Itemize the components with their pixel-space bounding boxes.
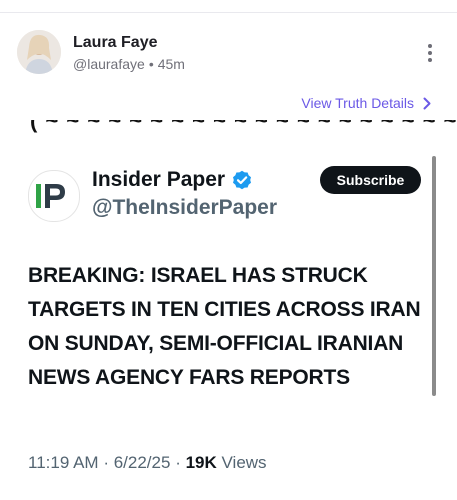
truth-post-screen: Laura Faye @laurafaye • 45m View Truth Det… (0, 0, 457, 500)
post-header: Laura Faye @laurafaye • 45m (17, 30, 440, 76)
views-label: Views (221, 453, 267, 472)
tweet-meta: 11:19 AM · 6/22/25 · 19K Views (28, 453, 267, 473)
channel-handle[interactable]: @TheInsiderPaper (92, 196, 277, 220)
views-count: 19K (185, 453, 217, 472)
author-meta: @laurafaye • 45m (73, 56, 185, 72)
meta-dot: · (175, 453, 181, 472)
meta-separator: • (148, 56, 154, 72)
meta-dot: · (103, 453, 109, 472)
verified-badge-icon (233, 170, 252, 190)
more-options-button[interactable] (420, 40, 440, 66)
cropped-text-line: ( ~ ~ ~ ~ ~ ~ ~ ~ ~ ~ ~ ~ ~ ~ ~ ~ ~ ~ ~ … (30, 120, 457, 133)
channel-name-row: Insider Paper (92, 168, 252, 192)
chevron-right-icon (423, 97, 431, 109)
scrollbar[interactable] (432, 156, 436, 396)
vertical-ellipsis-icon-dot (428, 51, 432, 55)
avatar[interactable] (17, 30, 61, 74)
tweet-headline: BREAKING: ISRAEL HAS STRUCK TARGETS IN T… (28, 264, 421, 389)
tweet-time: 11:19 AM (28, 453, 99, 472)
post-age: 45m (157, 56, 185, 72)
author-name[interactable]: Laura Faye (73, 34, 157, 52)
vertical-ellipsis-icon (428, 44, 432, 48)
tweet-date: 6/22/25 (113, 453, 171, 472)
channel-name[interactable]: Insider Paper (92, 168, 225, 192)
author-handle[interactable]: @laurafaye (73, 56, 145, 72)
subscribe-button[interactable]: Subscribe (320, 166, 421, 194)
vertical-ellipsis-icon-dot (428, 58, 432, 62)
top-divider (0, 12, 457, 13)
insider-paper-logo[interactable] (28, 170, 80, 222)
view-truth-details-label: View Truth Details (301, 95, 414, 111)
embedded-screenshot[interactable]: ( ~ ~ ~ ~ ~ ~ ~ ~ ~ ~ ~ ~ ~ ~ ~ ~ ~ ~ ~ … (0, 120, 457, 500)
view-truth-details-link[interactable]: View Truth Details (301, 95, 431, 111)
